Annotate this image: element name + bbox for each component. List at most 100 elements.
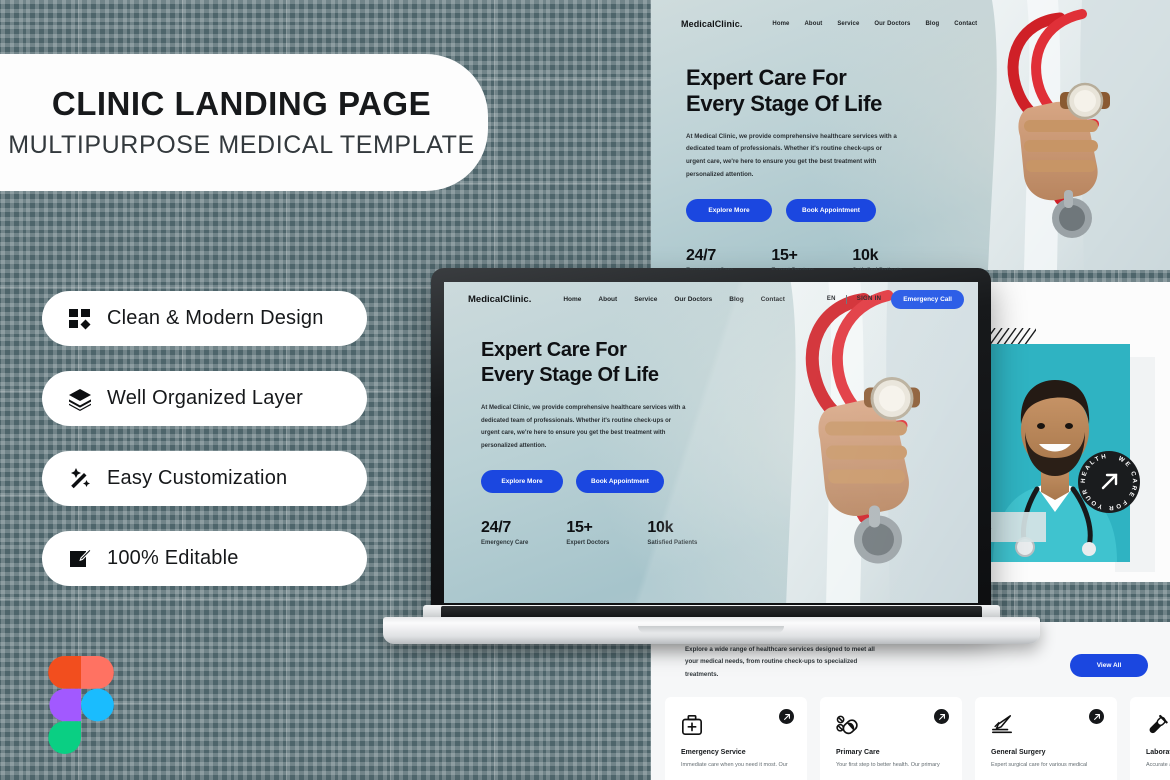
stat-number: 15+ bbox=[771, 246, 798, 264]
nav-link-about[interactable]: About bbox=[598, 296, 617, 303]
nav-links: Home About Service Our Doctors Blog Cont… bbox=[563, 296, 785, 303]
feature-item-100-editable[interactable]: 100% Editable bbox=[42, 531, 367, 586]
service-desc: Immediate care when you need it most. Ou… bbox=[681, 762, 788, 769]
hero-heading-line1: Expert Care For bbox=[686, 65, 847, 90]
poster-title-card: CLINIC LANDING PAGE MULTIPURPOSE MEDICAL… bbox=[0, 54, 488, 191]
explore-more-button[interactable]: Explore More bbox=[686, 198, 772, 222]
hero-stats: 24/7 Emergency Care 15+ Expert Doctors 1… bbox=[686, 247, 1170, 270]
arrow-up-right-icon bbox=[938, 713, 945, 720]
language-selector[interactable]: EN bbox=[827, 296, 836, 302]
laptop-navbar: MedicalClinic. Home About Service Our Do… bbox=[444, 282, 978, 316]
stat-caption: Satisfied Patients bbox=[852, 268, 902, 270]
service-name: Laboratory S bbox=[1146, 749, 1170, 757]
medical-kit-icon bbox=[682, 715, 702, 736]
stat-satisfied-patients: 10k Satisfied Patients bbox=[852, 247, 902, 270]
service-name: General Surgery bbox=[991, 749, 1046, 757]
edit-square-icon bbox=[70, 547, 92, 567]
feature-item-clean-modern-design[interactable]: Clean & Modern Design bbox=[42, 291, 367, 346]
feature-label: Clean & Modern Design bbox=[107, 307, 324, 329]
nav-link-about[interactable]: About bbox=[805, 21, 823, 27]
laptop-keyboard-strip bbox=[441, 606, 982, 617]
hero-buttons: Explore More Book Appointment bbox=[686, 198, 1170, 222]
arrow-up-right-icon bbox=[783, 713, 790, 720]
feature-item-well-organized-layer[interactable]: Well Organized Layer bbox=[42, 371, 367, 426]
wand-sparkle-icon bbox=[71, 467, 90, 488]
nav-link-service[interactable]: Service bbox=[634, 296, 657, 303]
nav-link-home[interactable]: Home bbox=[563, 296, 581, 303]
card-arrow-button[interactable] bbox=[779, 709, 794, 725]
nav-link-our-doctors[interactable]: Our Doctors bbox=[874, 21, 910, 27]
service-card-general-surgery[interactable]: General Surgery Expert surgical care for… bbox=[975, 697, 1117, 780]
stat-number: 10k bbox=[647, 519, 674, 537]
site-brand[interactable]: MedicalClinic. bbox=[468, 294, 531, 305]
stat-expert-doctors: 15+ Expert Doctors bbox=[771, 247, 814, 270]
service-desc: Your first step to better health. Our pr… bbox=[836, 762, 940, 769]
book-appointment-button[interactable]: Book Appointment bbox=[576, 470, 664, 494]
laptop-hero: Expert Care For Every Stage Of Life At M… bbox=[444, 316, 978, 546]
divider bbox=[845, 294, 847, 304]
services-lead-text: Explore a wide range of healthcare servi… bbox=[685, 646, 875, 678]
feature-label: Well Organized Layer bbox=[107, 387, 303, 409]
stat-caption: Emergency Care bbox=[481, 540, 529, 547]
figma-logo bbox=[48, 656, 114, 754]
services-section-panel: Explore a wide range of healthcare servi… bbox=[651, 622, 1170, 780]
we-care-badge[interactable]: WE CARE FOR YOUR HEALTH bbox=[1077, 450, 1141, 514]
feature-item-easy-customization[interactable]: Easy Customization bbox=[42, 451, 367, 506]
stat-emergency-care: 24/7 Emergency Care bbox=[686, 247, 733, 270]
explore-more-button[interactable]: Explore More bbox=[481, 470, 563, 494]
card-arrow-button[interactable] bbox=[1089, 709, 1104, 725]
website-mockup-top: MedicalClinic. Home About Service Our Do… bbox=[651, 0, 1170, 270]
stat-caption: Emergency Care bbox=[686, 268, 733, 270]
view-all-button[interactable]: View All bbox=[1070, 654, 1148, 677]
feature-label: Easy Customization bbox=[107, 467, 288, 489]
grid-squares-icon bbox=[69, 308, 91, 329]
hero-paragraph: At Medical Clinic, we provide comprehens… bbox=[686, 132, 897, 178]
stat-number: 24/7 bbox=[686, 246, 716, 264]
feature-label: 100% Editable bbox=[107, 547, 239, 569]
stat-satisfied-patients: 10k Satisfied Patients bbox=[647, 519, 697, 546]
hero-heading-line1: Expert Care For bbox=[481, 339, 627, 361]
laptop-screen: MedicalClinic. Home About Service Our Do… bbox=[444, 282, 978, 603]
service-desc: Accurate and fa bbox=[1146, 762, 1170, 769]
nav-link-contact[interactable]: Contact bbox=[761, 296, 785, 303]
stat-number: 24/7 bbox=[481, 519, 511, 537]
laptop-base bbox=[383, 617, 1040, 644]
feature-list: Clean & Modern Design Well Organized Lay… bbox=[42, 291, 367, 611]
stat-caption: Expert Doctors bbox=[771, 268, 814, 270]
sign-in-link[interactable]: SIGN IN bbox=[857, 296, 881, 302]
services-card-list: Emergency Service Immediate care when yo… bbox=[651, 681, 1170, 780]
service-card-laboratory-service[interactable]: Laboratory S Accurate and fa bbox=[1130, 697, 1170, 780]
page-subtitle: MULTIPURPOSE MEDICAL TEMPLATE bbox=[8, 131, 475, 159]
emergency-call-button[interactable]: Emergency Call bbox=[891, 289, 964, 309]
hero-stats: 24/7 Emergency Care 15+ Expert Doctors 1… bbox=[481, 519, 978, 546]
nav-actions: EN SIGN IN Emergency Call bbox=[827, 289, 964, 309]
stat-number: 15+ bbox=[566, 519, 593, 537]
test-tube-icon bbox=[1149, 715, 1168, 734]
laptop-lid: MedicalClinic. Home About Service Our Do… bbox=[431, 268, 991, 623]
page-title: CLINIC LANDING PAGE bbox=[51, 85, 432, 122]
hero-paragraph: At Medical Clinic, we provide comprehens… bbox=[481, 405, 686, 449]
stat-number: 10k bbox=[852, 246, 879, 264]
nav-link-our-doctors[interactable]: Our Doctors bbox=[674, 296, 712, 303]
surgery-scalpel-icon bbox=[992, 715, 1012, 734]
nav-link-home[interactable]: Home bbox=[772, 21, 789, 27]
stat-caption: Satisfied Patients bbox=[647, 540, 698, 547]
site-brand[interactable]: MedicalClinic. bbox=[681, 19, 742, 29]
service-desc: Expert surgical care for various medical bbox=[991, 762, 1088, 769]
mockup-hero: Expert Care For Every Stage Of Life At M… bbox=[651, 47, 1170, 270]
stat-expert-doctors: 15+ Expert Doctors bbox=[566, 519, 609, 546]
card-arrow-button[interactable] bbox=[934, 709, 949, 725]
nav-link-blog[interactable]: Blog bbox=[729, 296, 743, 303]
stat-emergency-care: 24/7 Emergency Care bbox=[481, 519, 528, 546]
nav-link-service[interactable]: Service bbox=[837, 21, 859, 27]
service-name: Primary Care bbox=[836, 749, 880, 757]
pills-icon bbox=[836, 715, 858, 735]
stat-caption: Expert Doctors bbox=[566, 540, 610, 547]
poster-canvas: CLINIC LANDING PAGE MULTIPURPOSE MEDICAL… bbox=[0, 0, 1170, 780]
arrow-up-right-icon bbox=[1093, 713, 1100, 720]
service-card-emergency-service[interactable]: Emergency Service Immediate care when yo… bbox=[665, 697, 807, 780]
laptop-mockup: MedicalClinic. Home About Service Our Do… bbox=[383, 268, 1040, 644]
service-name: Emergency Service bbox=[681, 749, 746, 757]
service-card-primary-care[interactable]: Primary Care Your first step to better h… bbox=[820, 697, 962, 780]
book-appointment-button[interactable]: Book Appointment bbox=[786, 198, 876, 222]
